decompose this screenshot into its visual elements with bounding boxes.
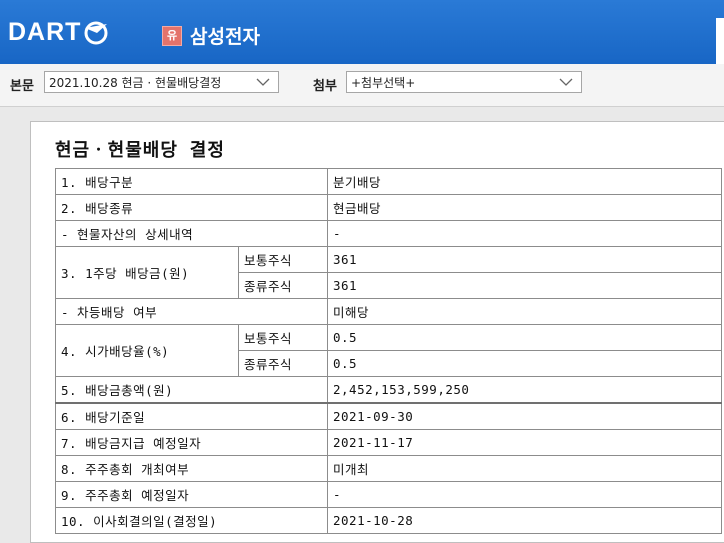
row-value: 분기배당 xyxy=(327,168,722,195)
table-row: 5. 배당금총액(원) 2,452,153,599,250 xyxy=(55,376,722,404)
row-label: - 현물자산의 상세내역 xyxy=(55,220,328,247)
row-value: 미해당 xyxy=(327,298,722,325)
row-value: 2021-09-30 xyxy=(327,402,722,430)
row-label: 5. 배당금총액(원) xyxy=(55,376,328,404)
sub-row-label: 보통주식 xyxy=(238,246,328,273)
table-row: 6. 배당기준일 2021-09-30 xyxy=(55,402,722,430)
document-title: 현금ㆍ현물배당 결정 xyxy=(55,140,225,161)
row-label: 6. 배당기준일 xyxy=(55,402,328,430)
row-value: 2,452,153,599,250 xyxy=(327,376,722,404)
corp-class-badge: 유 xyxy=(162,26,182,46)
table-row: 4. 시가배당율(%) 보통주식 0.5 xyxy=(55,324,722,377)
attachment-label: 첨부 xyxy=(313,79,337,94)
document-viewer[interactable]: 현금ㆍ현물배당 결정 1. 배당구분 분기배당 2. 배당종류 현금배당 - 현… xyxy=(0,107,724,543)
row-value: 361 xyxy=(327,246,722,273)
row-value: 미개최 xyxy=(327,455,722,482)
top-header: DART 유 삼성전자 xyxy=(0,0,724,64)
sub-row-label: 종류주식 xyxy=(238,272,328,299)
table-row: 1. 배당구분 분기배당 xyxy=(55,168,722,195)
row-value: 0.5 xyxy=(327,324,722,351)
row-value: 361 xyxy=(327,272,722,299)
row-label: 1. 배당구분 xyxy=(55,168,328,195)
company-name[interactable]: 삼성전자 xyxy=(190,22,260,49)
dart-logo[interactable]: DART xyxy=(8,18,109,47)
table-row: 9. 주주총회 예정일자 - xyxy=(55,481,722,508)
logo-swoosh-icon xyxy=(84,21,108,44)
chevron-down-icon xyxy=(256,78,270,86)
table-row: 10. 이사회결의일(결정일) 2021-10-28 xyxy=(55,507,722,534)
main-report-select[interactable]: 2021.10.28 현금 · 현물배당결정 xyxy=(44,71,279,93)
logo-text: DART xyxy=(8,18,82,46)
table-row: 3. 1주당 배당금(원) 보통주식 361 xyxy=(55,246,722,299)
row-value: - xyxy=(327,481,722,508)
row-label: - 차등배당 여부 xyxy=(55,298,328,325)
table-row: 2. 배당종류 현금배당 xyxy=(55,194,722,221)
row-value: 현금배당 xyxy=(327,194,722,221)
row-value: 2021-11-17 xyxy=(327,429,722,456)
table-row: - 현물자산의 상세내역 - xyxy=(55,220,722,247)
row-label: 2. 배당종류 xyxy=(55,194,328,221)
row-value: 0.5 xyxy=(327,350,722,377)
document-page: 현금ㆍ현물배당 결정 1. 배당구분 분기배당 2. 배당종류 현금배당 - 현… xyxy=(30,121,724,543)
chevron-down-icon xyxy=(559,78,573,86)
table-row: 8. 주주총회 개최여부 미개최 xyxy=(55,455,722,482)
table-row: - 차등배당 여부 미해당 xyxy=(55,298,722,325)
row-label: 10. 이사회결의일(결정일) xyxy=(55,507,328,534)
main-text-label: 본문 xyxy=(10,79,34,94)
row-label: 8. 주주총회 개최여부 xyxy=(55,455,328,482)
header-right-panel xyxy=(716,18,724,64)
attachment-select[interactable]: +첨부선택+ xyxy=(346,71,582,93)
row-value: - xyxy=(327,220,722,247)
table-row: 7. 배당금지급 예정일자 2021-11-17 xyxy=(55,429,722,456)
main-report-select-value: 2021.10.28 현금 · 현물배당결정 xyxy=(49,76,222,90)
document-toolbar: 본문 2021.10.28 현금 · 현물배당결정 첨부 +첨부선택+ xyxy=(0,64,724,107)
attachment-select-value: +첨부선택+ xyxy=(351,76,416,90)
row-label: 3. 1주당 배당금(원) xyxy=(55,246,239,299)
sub-row-label: 종류주식 xyxy=(238,350,328,377)
dividend-table: 1. 배당구분 분기배당 2. 배당종류 현금배당 - 현물자산의 상세내역 -… xyxy=(55,168,722,534)
row-label: 7. 배당금지급 예정일자 xyxy=(55,429,328,456)
sub-row-label: 보통주식 xyxy=(238,324,328,351)
row-label: 4. 시가배당율(%) xyxy=(55,324,239,377)
row-value: 2021-10-28 xyxy=(327,507,722,534)
row-label: 9. 주주총회 예정일자 xyxy=(55,481,328,508)
